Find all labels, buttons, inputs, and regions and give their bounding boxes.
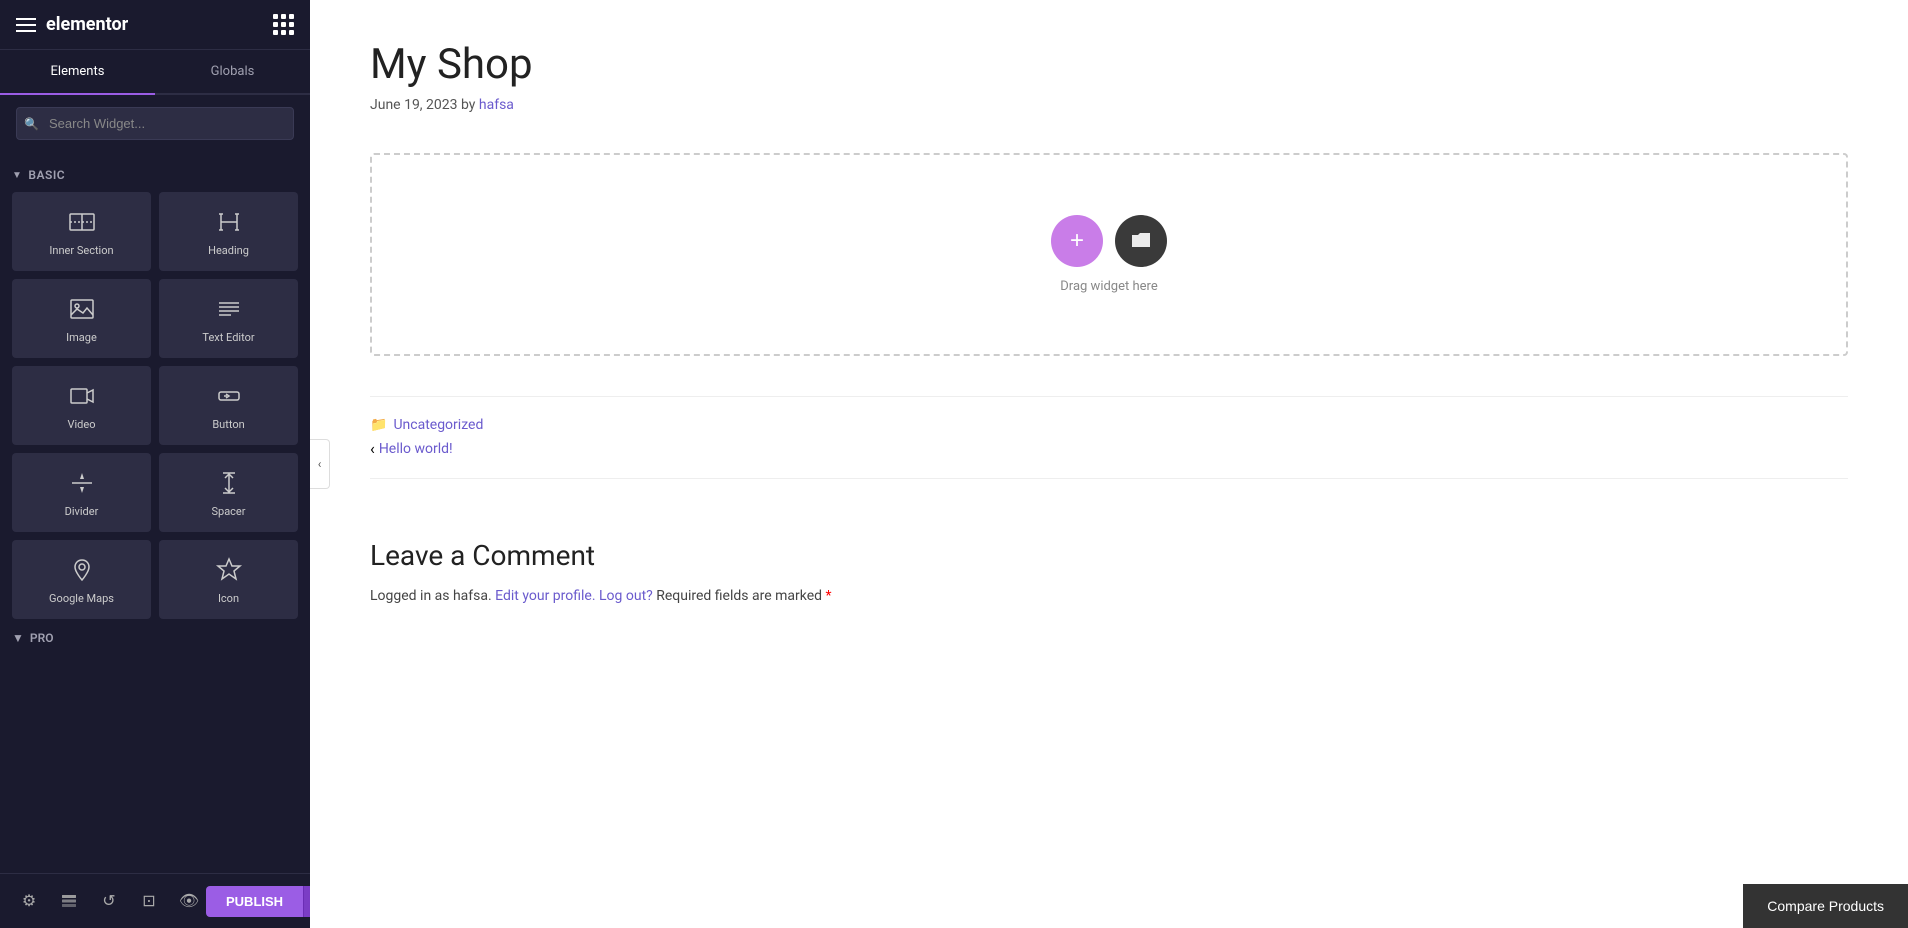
search-wrapper [16, 107, 294, 140]
responsive-button[interactable]: ⊡ [132, 884, 166, 918]
grid-icon[interactable] [273, 14, 294, 35]
video-icon [66, 380, 98, 412]
widget-button-label: Button [212, 418, 244, 431]
category-line: 📁 Uncategorized [370, 417, 1848, 433]
widget-google-maps[interactable]: Google Maps [12, 540, 151, 619]
drop-zone: + Drag widget here [370, 153, 1848, 356]
post-footer: 📁 Uncategorized ‹ Hello world! [370, 396, 1848, 479]
hamburger-icon[interactable] [16, 18, 36, 32]
search-container [0, 95, 310, 152]
widget-image[interactable]: Image [12, 279, 151, 358]
heading-icon [213, 206, 245, 238]
layers-button[interactable] [52, 884, 86, 918]
button-icon [213, 380, 245, 412]
meta-author-link[interactable]: hafsa [479, 97, 514, 113]
text-editor-icon [213, 293, 245, 325]
meta-date: June 19, 2023 [370, 97, 461, 113]
panel-header: elementor [0, 0, 310, 50]
brand: elementor [16, 14, 128, 35]
drag-hint: Drag widget here [1060, 279, 1157, 294]
pro-section-label: Pro [30, 631, 54, 645]
prev-arrow: ‹ [370, 439, 375, 458]
category-icon: 📁 [370, 417, 387, 433]
logout-link[interactable]: Log out? [599, 588, 653, 604]
collapse-icon: ‹ [318, 457, 322, 471]
widget-spacer-label: Spacer [211, 505, 245, 518]
widget-icon[interactable]: Icon [159, 540, 298, 619]
prev-post-link[interactable]: Hello world! [379, 441, 453, 457]
prev-link-container: ‹ Hello world! [370, 439, 1848, 458]
basic-widgets-grid: Inner Section Heading [12, 192, 298, 619]
widget-video[interactable]: Video [12, 366, 151, 445]
google-maps-icon [66, 554, 98, 586]
pro-section-header[interactable]: ▼ Pro [12, 631, 298, 645]
comments-section: Leave a Comment Logged in as hafsa. Edit… [370, 519, 1848, 624]
comments-heading: Leave a Comment [370, 539, 1848, 572]
basic-section-header[interactable]: ▼ Basic [12, 168, 298, 182]
widget-button[interactable]: Button [159, 366, 298, 445]
main-content: My Shop June 19, 2023 by hafsa + Drag wi… [310, 0, 1908, 928]
widget-icon-label: Icon [218, 592, 239, 605]
page-title: My Shop [370, 40, 1848, 89]
edit-profile-link[interactable]: Edit your profile. [495, 588, 595, 604]
icon-widget-icon [213, 554, 245, 586]
page-content: My Shop June 19, 2023 by hafsa + Drag wi… [310, 0, 1908, 928]
publish-button[interactable]: PUBLISH [206, 886, 303, 917]
widget-spacer[interactable]: Spacer [159, 453, 298, 532]
divider-icon [66, 467, 98, 499]
basic-section-label: Basic [28, 168, 65, 182]
logged-in-text: Logged in as hafsa. Edit your profile. L… [370, 588, 1848, 604]
toolbar-icons: ⚙ ↺ ⊡ 👁 [12, 884, 206, 918]
bottom-toolbar: ⚙ ↺ ⊡ 👁 PUBLISH ▲ [0, 873, 310, 928]
widget-divider-label: Divider [65, 505, 99, 518]
compare-products-button[interactable]: Compare Products [1743, 884, 1908, 928]
collapse-panel-handle[interactable]: ‹ [310, 439, 330, 489]
preview-button[interactable]: 👁 [172, 884, 206, 918]
widget-image-label: Image [66, 331, 97, 344]
page-meta: June 19, 2023 by hafsa [370, 97, 1848, 113]
image-icon [66, 293, 98, 325]
widget-video-label: Video [68, 418, 96, 431]
widgets-area: ▼ Basic Inner Section [0, 152, 310, 873]
meta-by: by [461, 97, 479, 113]
widget-text-editor[interactable]: Text Editor [159, 279, 298, 358]
widget-google-maps-label: Google Maps [49, 592, 114, 605]
add-template-button[interactable] [1115, 215, 1167, 267]
widget-text-editor-label: Text Editor [202, 331, 254, 344]
spacer-icon [213, 467, 245, 499]
widget-heading-label: Heading [208, 244, 249, 257]
panel-tabs: Elements Globals [0, 50, 310, 95]
settings-button[interactable]: ⚙ [12, 884, 46, 918]
publish-chevron-button[interactable]: ▲ [303, 886, 310, 917]
category-link[interactable]: Uncategorized [393, 417, 483, 433]
widget-inner-section-label: Inner Section [49, 244, 113, 257]
brand-name: elementor [46, 14, 128, 35]
widget-heading[interactable]: Heading [159, 192, 298, 271]
tab-globals[interactable]: Globals [155, 50, 310, 93]
tab-elements[interactable]: Elements [0, 50, 155, 93]
left-panel: elementor Elements Globals ▼ Basic [0, 0, 310, 928]
publish-btn-container: PUBLISH ▲ [206, 886, 310, 917]
drop-zone-buttons: + [1051, 215, 1167, 267]
search-input[interactable] [16, 107, 294, 140]
pro-chevron-icon: ▼ [12, 631, 24, 645]
basic-chevron-icon: ▼ [12, 170, 22, 181]
widget-inner-section[interactable]: Inner Section [12, 192, 151, 271]
widget-divider[interactable]: Divider [12, 453, 151, 532]
history-button[interactable]: ↺ [92, 884, 126, 918]
add-widget-button[interactable]: + [1051, 215, 1103, 267]
inner-section-icon [66, 206, 98, 238]
